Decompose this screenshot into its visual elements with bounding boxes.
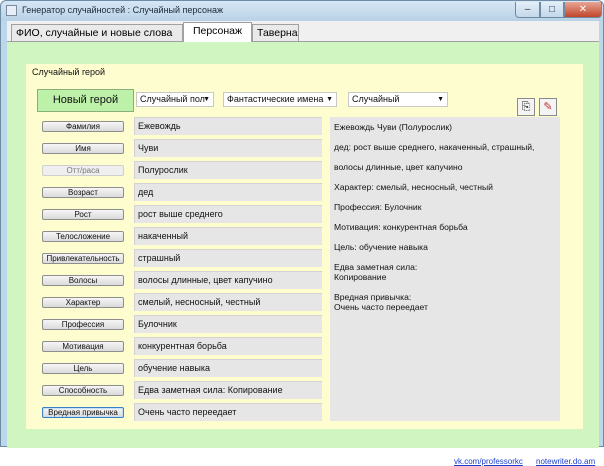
app-icon [6, 5, 17, 16]
bad-habit-value[interactable]: Очень часто переедает [134, 403, 322, 421]
character-summary: Ежевождь Чуви (Полурослик) дед: рост выш… [330, 117, 560, 421]
site-link[interactable]: notewriter.do.am [536, 457, 595, 466]
character-value[interactable]: смелый, несносный, честный [134, 293, 322, 311]
name-value[interactable]: Чуви [134, 139, 322, 157]
summary-line: Ежевождь Чуви (Полурослик) [334, 122, 452, 132]
mode-dropdown-value: Случайный [352, 94, 400, 104]
close-button[interactable]: ✕ [564, 2, 602, 18]
surname-value[interactable]: Ежевождь [134, 117, 322, 135]
summary-line: волосы длинные, цвет капучино [334, 162, 463, 172]
tab-page-character: Случайный герой Новый герой Случайный по… [7, 41, 599, 466]
vk-link[interactable]: vk.com/professorkc [454, 457, 523, 466]
copy-icon[interactable]: ⎘ [517, 98, 535, 116]
summary-line: Мотивация: конкурентная борьба [334, 222, 468, 232]
chevron-down-icon: ▼ [203, 96, 210, 103]
group-label: Случайный герой [32, 67, 106, 77]
hair-value[interactable]: волосы длинные, цвет капучино [134, 271, 322, 289]
character-button[interactable]: Характер [42, 297, 124, 308]
gender-dropdown-value: Случайный пол [140, 94, 205, 104]
summary-line: Вредная привычка: Очень часто переедает [334, 292, 428, 312]
motivation-value[interactable]: конкурентная борьба [134, 337, 322, 355]
ability-value[interactable]: Едва заметная сила: Копирование [134, 381, 322, 399]
build-button[interactable]: Телосложение [42, 231, 124, 242]
tab-names[interactable]: ФИО, случайные и новые слова [11, 24, 183, 41]
bad-habit-button[interactable]: Вредная привычка [42, 407, 124, 418]
minimize-button[interactable]: – [515, 2, 540, 18]
summary-line: Едва заметная сила: Копирование [334, 262, 418, 282]
surname-button[interactable]: Фамилия [42, 121, 124, 132]
goal-button[interactable]: Цель [42, 363, 124, 374]
profession-button[interactable]: Профессия [42, 319, 124, 330]
age-button[interactable]: Возраст [42, 187, 124, 198]
ability-button[interactable]: Способность [42, 385, 124, 396]
summary-line: Профессия: Булочник [334, 202, 422, 212]
names-dropdown-value: Фантастические имена [227, 94, 324, 104]
chevron-down-icon: ▼ [437, 96, 444, 103]
names-dropdown[interactable]: Фантастические имена ▼ [223, 92, 337, 107]
summary-line: Цель: обучение навыка [334, 242, 428, 252]
chevron-down-icon: ▼ [326, 96, 333, 103]
race-button[interactable]: Отт/раса [42, 165, 124, 176]
tab-character[interactable]: Персонаж [183, 22, 252, 42]
goal-value[interactable]: обучение навыка [134, 359, 322, 377]
profession-value[interactable]: Булочник [134, 315, 322, 333]
motivation-button[interactable]: Мотивация [42, 341, 124, 352]
title-bar[interactable]: Генератор случайностей : Случайный персо… [1, 1, 603, 21]
maximize-button[interactable]: □ [540, 2, 564, 18]
name-button[interactable]: Имя [42, 143, 124, 154]
attractiveness-button[interactable]: Привлекательность [42, 253, 124, 264]
hair-button[interactable]: Волосы [42, 275, 124, 286]
client-area: ФИО, случайные и новые слова Персонаж Та… [7, 21, 599, 466]
app-window: Генератор случайностей : Случайный персо… [0, 0, 604, 466]
tab-tavern[interactable]: Таверна [252, 24, 299, 41]
edit-icon[interactable]: ✎ [539, 98, 557, 116]
attractiveness-value[interactable]: страшный [134, 249, 322, 267]
height-value[interactable]: рост выше среднего [134, 205, 322, 223]
age-value[interactable]: дед [134, 183, 322, 201]
tab-bar: ФИО, случайные и новые слова Персонаж Та… [7, 21, 599, 42]
summary-line: Характер: смелый, несносный, честный [334, 182, 493, 192]
gender-dropdown[interactable]: Случайный пол ▼ [136, 92, 214, 107]
new-hero-button[interactable]: Новый герой [37, 89, 134, 112]
build-value[interactable]: накаченный [134, 227, 322, 245]
height-button[interactable]: Рост [42, 209, 124, 220]
mode-dropdown[interactable]: Случайный ▼ [348, 92, 448, 107]
race-value[interactable]: Полурослик [134, 161, 322, 179]
summary-line: дед: рост выше среднего, накаченный, стр… [334, 142, 535, 152]
window-title: Генератор случайностей : Случайный персо… [22, 5, 224, 15]
